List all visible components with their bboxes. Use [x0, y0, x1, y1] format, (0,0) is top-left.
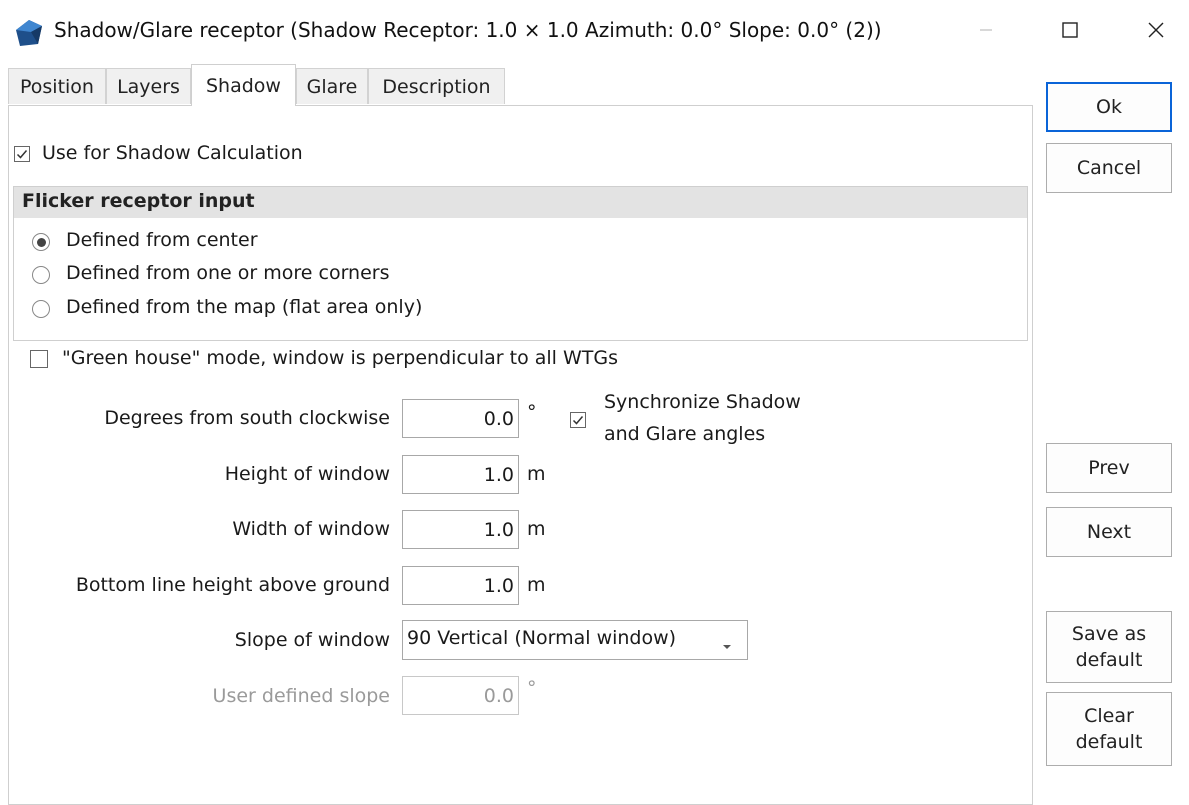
sync-angles-label-line1: Synchronize Shadow: [604, 391, 801, 413]
close-button[interactable]: [1128, 8, 1184, 56]
tab-layers[interactable]: Layers: [106, 68, 191, 104]
tab-glare[interactable]: Glare: [296, 68, 368, 104]
degrees-input[interactable]: 0.0: [402, 399, 519, 438]
height-label: Height of window: [224, 463, 390, 485]
checkmark-icon: [16, 143, 28, 165]
slope-dropdown[interactable]: 90 Vertical (Normal window): [402, 620, 748, 660]
window-title: Shadow/Glare receptor (Shadow Receptor: …: [54, 18, 882, 42]
radio-defined-from-map[interactable]: [32, 300, 50, 318]
slope-dropdown-value: 90 Vertical (Normal window): [407, 627, 677, 649]
sync-angles-checkbox[interactable]: [570, 412, 586, 428]
save-default-line2: default: [1075, 649, 1143, 671]
radio-defined-from-center[interactable]: [32, 233, 50, 251]
height-unit: m: [527, 463, 546, 485]
user-slope-label: User defined slope: [212, 685, 390, 707]
maximize-button[interactable]: [1042, 8, 1098, 56]
clear-default-line1: Clear: [1084, 705, 1134, 727]
ok-button[interactable]: Ok: [1046, 82, 1172, 132]
tab-shadow[interactable]: Shadow: [191, 64, 296, 106]
minimize-button[interactable]: [958, 8, 1014, 56]
degrees-unit: °: [527, 401, 537, 423]
user-slope-input[interactable]: 0.0: [402, 676, 519, 715]
chevron-down-icon: [721, 635, 733, 657]
user-slope-unit: °: [527, 677, 537, 699]
save-default-line1: Save as: [1071, 623, 1147, 645]
receptor-app-icon: [14, 18, 44, 48]
clear-default-line2: default: [1075, 731, 1143, 753]
degrees-label: Degrees from south clockwise: [104, 407, 390, 429]
radio-defined-from-corners[interactable]: [32, 266, 50, 284]
prev-button[interactable]: Prev: [1046, 443, 1172, 493]
group-title: Flicker receptor input: [22, 190, 255, 212]
maximize-icon: [1061, 21, 1079, 44]
clear-default-button[interactable]: Clear default: [1046, 692, 1172, 766]
green-house-checkbox[interactable]: [30, 350, 48, 368]
use-for-shadow-checkbox[interactable]: [14, 146, 30, 162]
close-icon: [1147, 21, 1165, 44]
bottom-height-unit: m: [527, 574, 546, 596]
use-for-shadow-label: Use for Shadow Calculation: [42, 142, 303, 164]
checkmark-icon: [572, 409, 584, 431]
prev-button-label: Prev: [1088, 457, 1130, 479]
green-house-label: "Green house" mode, window is perpendicu…: [62, 347, 619, 369]
width-label: Width of window: [232, 518, 390, 540]
ok-button-label: Ok: [1096, 96, 1122, 118]
bottom-height-input[interactable]: 1.0: [402, 566, 519, 605]
save-as-default-button[interactable]: Save as default: [1046, 611, 1172, 683]
next-button[interactable]: Next: [1046, 507, 1172, 557]
radio-label-corners: Defined from one or more corners: [66, 262, 390, 284]
cancel-button[interactable]: Cancel: [1046, 143, 1172, 193]
bottom-height-label: Bottom line height above ground: [75, 574, 390, 596]
tab-description[interactable]: Description: [368, 68, 505, 104]
tab-position[interactable]: Position: [8, 68, 106, 104]
slope-label: Slope of window: [234, 629, 390, 651]
width-input[interactable]: 1.0: [402, 510, 519, 549]
next-button-label: Next: [1086, 521, 1132, 543]
radio-label-map: Defined from the map (flat area only): [66, 296, 423, 318]
cancel-button-label: Cancel: [1076, 157, 1142, 179]
height-input[interactable]: 1.0: [402, 455, 519, 494]
radio-label-center: Defined from center: [66, 229, 258, 251]
minimize-icon: [978, 21, 994, 43]
width-unit: m: [527, 518, 546, 540]
sync-angles-label-line2: and Glare angles: [604, 423, 766, 445]
